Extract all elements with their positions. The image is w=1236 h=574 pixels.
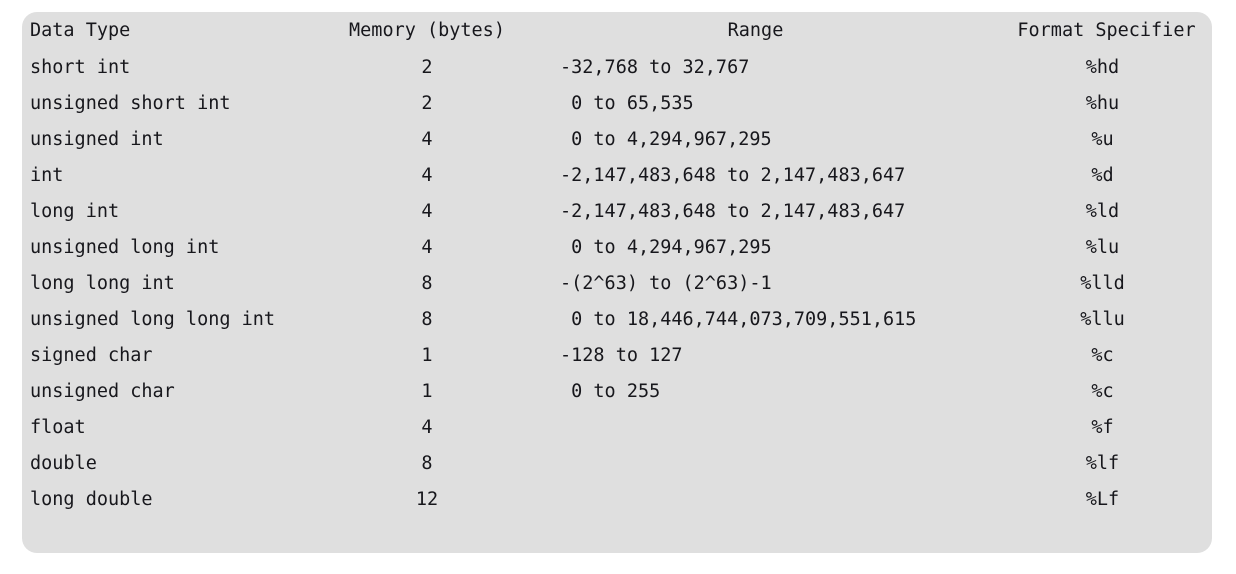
cell-range: 0 to 65,535 xyxy=(560,93,694,114)
cell-memory-bytes: 12 xyxy=(415,489,439,510)
cell-data-type: short int xyxy=(30,57,131,78)
cell-range: -32,768 to 32,767 xyxy=(560,57,750,78)
cell-format-specifier: %f xyxy=(1091,417,1114,438)
cell-format-specifier: %llu xyxy=(1080,309,1125,330)
table-row: double 8 %lf xyxy=(22,446,1212,482)
cell-format-specifier: %u xyxy=(1091,129,1114,150)
cell-range: -2,147,483,648 to 2,147,483,647 xyxy=(560,165,906,186)
table-row: short int 2 -32,768 to 32,767 %hd xyxy=(22,50,1212,86)
cell-format-specifier: %lu xyxy=(1085,237,1120,258)
cell-data-type: long double xyxy=(30,489,153,510)
cell-data-type: unsigned short int xyxy=(30,93,231,114)
table-row: signed char 1 -128 to 127 %c xyxy=(22,338,1212,374)
cell-range: 0 to 4,294,967,295 xyxy=(560,129,772,150)
cell-data-type: unsigned long long int xyxy=(30,309,276,330)
cell-range: -(2^63) to (2^63)-1 xyxy=(560,273,772,294)
cell-range: 0 to 255 xyxy=(560,381,661,402)
cell-range: -2,147,483,648 to 2,147,483,647 xyxy=(560,201,906,222)
cell-format-specifier: %Lf xyxy=(1085,489,1120,510)
table-row: long int 4 -2,147,483,648 to 2,147,483,647… xyxy=(22,194,1212,230)
cell-range: 0 to 4,294,967,295 xyxy=(560,237,772,258)
cell-memory-bytes: 4 xyxy=(421,237,433,258)
cell-data-type: unsigned char xyxy=(30,381,175,402)
cell-data-type: long long int xyxy=(30,273,175,294)
table-row: unsigned int 4 0 to 4,294,967,295 %u xyxy=(22,122,1212,158)
cell-memory-bytes: 1 xyxy=(421,345,433,366)
column-header-range: Range xyxy=(727,20,784,41)
cell-data-type: double xyxy=(30,453,97,474)
table-row: long long int 8 -(2^63) to (2^63)-1 %lld xyxy=(22,266,1212,302)
cell-memory-bytes: 1 xyxy=(421,381,433,402)
cell-data-type: signed char xyxy=(30,345,153,366)
cell-memory-bytes: 4 xyxy=(421,165,433,186)
cell-data-type: unsigned long int xyxy=(30,237,220,258)
table-header-row: Data Type Memory (bytes) Range Format Sp… xyxy=(22,12,1212,50)
cell-memory-bytes: 2 xyxy=(421,93,433,114)
cell-format-specifier: %ld xyxy=(1085,201,1120,222)
cell-format-specifier: %hu xyxy=(1085,93,1120,114)
data-types-card: Data Type Memory (bytes) Range Format Sp… xyxy=(22,12,1212,553)
cell-format-specifier: %lld xyxy=(1080,273,1125,294)
table-row: float 4 %f xyxy=(22,410,1212,446)
cell-data-type: int xyxy=(30,165,64,186)
cell-memory-bytes: 8 xyxy=(421,273,433,294)
cell-data-type: unsigned int xyxy=(30,129,164,150)
table-row: int 4 -2,147,483,648 to 2,147,483,647 %d xyxy=(22,158,1212,194)
table-row: unsigned char 1 0 to 255 %c xyxy=(22,374,1212,410)
cell-format-specifier: %c xyxy=(1091,345,1114,366)
page-root: Data Type Memory (bytes) Range Format Sp… xyxy=(0,0,1236,574)
cell-range xyxy=(538,446,993,482)
cell-memory-bytes: 4 xyxy=(421,129,433,150)
cell-format-specifier: %hd xyxy=(1085,57,1120,78)
cell-memory-bytes: 8 xyxy=(421,453,433,474)
cell-range xyxy=(538,410,993,446)
cell-range: 0 to 18,446,744,073,709,551,615 xyxy=(560,309,917,330)
cell-data-type: long int xyxy=(30,201,120,222)
table-row: long double 12 %Lf xyxy=(22,482,1212,518)
column-header-format-specifier: Format Specifier xyxy=(1017,20,1196,41)
table-header: Data Type Memory (bytes) Range Format Sp… xyxy=(22,12,1212,50)
cell-format-specifier: %c xyxy=(1091,381,1114,402)
cell-memory-bytes: 4 xyxy=(421,201,433,222)
column-header-memory-bytes: Memory (bytes) xyxy=(349,20,505,41)
cell-memory-bytes: 8 xyxy=(421,309,433,330)
cell-memory-bytes: 4 xyxy=(421,417,433,438)
cell-range: -128 to 127 xyxy=(560,345,683,366)
cell-data-type: float xyxy=(30,417,86,438)
cell-range xyxy=(538,482,993,518)
cell-format-specifier: %lf xyxy=(1085,453,1120,474)
table-row: unsigned short int 2 0 to 65,535 %hu xyxy=(22,86,1212,122)
c-data-types-table: Data Type Memory (bytes) Range Format Sp… xyxy=(22,12,1212,518)
cell-format-specifier: %d xyxy=(1091,165,1114,186)
table-row: unsigned long int 4 0 to 4,294,967,295 %lu xyxy=(22,230,1212,266)
table-body: short int 2 -32,768 to 32,767 %hd unsigned s… xyxy=(22,50,1212,518)
cell-memory-bytes: 2 xyxy=(421,57,433,78)
column-header-data-type: Data Type xyxy=(30,20,131,41)
table-row: unsigned long long int 8 0 to 18,446,744,… xyxy=(22,302,1212,338)
